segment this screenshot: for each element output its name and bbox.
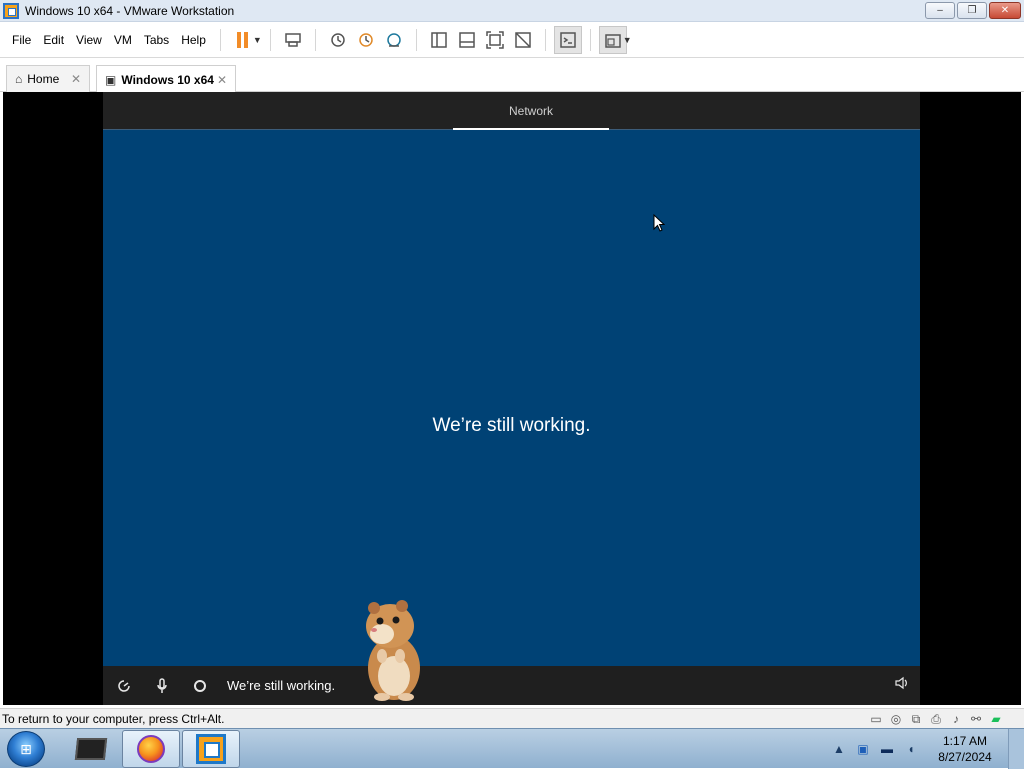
network-step-label: Network [508, 104, 553, 118]
title-bar: Windows 10 x64 - VMware Workstation – ❐ … [0, 0, 1024, 22]
revert-snapshot-icon [359, 32, 373, 47]
guest-screen[interactable]: Network We’re still working. We’re still… [103, 92, 920, 705]
toolbar-separator [589, 28, 591, 51]
pause-icon [237, 31, 249, 48]
full-screen-button[interactable] [481, 26, 509, 54]
microphone-icon[interactable] [153, 677, 171, 695]
taskbar-command-prompt[interactable] [62, 730, 120, 768]
window-controls: – ❐ ✕ [925, 2, 1021, 19]
firefox-icon [137, 735, 165, 763]
network-adapter-icon[interactable]: ⧉ [908, 711, 924, 727]
stretch-icon [605, 33, 621, 48]
oobe-bottom-bar: We’re still working. [103, 666, 920, 705]
snapshot-manager-button[interactable] [380, 26, 408, 54]
tab-home-label: Home [27, 72, 60, 86]
window-title: Windows 10 x64 - VMware Workstation [25, 3, 235, 18]
menu-file[interactable]: File [6, 33, 37, 47]
unity-button[interactable] [509, 26, 537, 54]
menu-help[interactable]: Help [175, 33, 212, 47]
status-message: We’re still working. [432, 415, 591, 436]
vm-display[interactable]: Network We’re still working. We’re still… [3, 92, 1021, 705]
clock-date: 8/27/2024 [938, 750, 992, 764]
take-snapshot-button[interactable] [324, 26, 352, 54]
printer-icon[interactable]: ⎙ [928, 711, 944, 727]
sound-card-icon[interactable]: ♪ [948, 711, 964, 727]
close-button[interactable]: ✕ [989, 2, 1021, 19]
toolbar-separator [219, 28, 221, 51]
volume-icon[interactable] [894, 676, 908, 693]
taskbar-firefox[interactable] [122, 730, 180, 768]
tab-strip: ⌂ Home ✕ ▣ Windows 10 x64 ✕ [0, 59, 1024, 93]
send-ctrl-alt-del-icon [285, 32, 301, 47]
start-button[interactable]: ⊞ [7, 731, 45, 767]
revert-snapshot-button[interactable] [352, 26, 380, 54]
toolbar-separator [314, 28, 316, 51]
status-hint-text: To return to your computer, press Ctrl+A… [2, 711, 225, 726]
library-icon [431, 31, 447, 48]
thumbnail-icon [459, 31, 475, 48]
vmware-tray-icon[interactable]: ▣ [854, 740, 872, 758]
console-icon [560, 31, 576, 48]
tab-home[interactable]: ⌂ Home ✕ [6, 65, 90, 92]
snapshot-manager-icon [387, 32, 401, 47]
vm-icon: ▣ [105, 72, 117, 87]
taskbar-clock[interactable]: 1:17 AM 8/27/2024 [926, 733, 1004, 765]
menu-vm[interactable]: VM [108, 33, 138, 47]
full-screen-icon [486, 30, 504, 49]
hard-disk-icon[interactable]: ▭ [868, 711, 884, 727]
cd-dvd-icon[interactable]: ◎ [888, 711, 904, 727]
windows-logo-icon: ⊞ [20, 740, 32, 757]
device-status-icons: ▭ ◎ ⧉ ⎙ ♪ ⚯ ▰ [868, 711, 1004, 727]
tab-home-close-icon[interactable]: ✕ [71, 72, 81, 86]
windows-taskbar: ⊞ ▲ ▣ ▬ ◖ 1:17 AM 8/27/2024 [0, 728, 1024, 769]
command-prompt-icon [74, 738, 108, 760]
usb-icon[interactable]: ⚯ [968, 711, 984, 727]
toolbar-separator [269, 28, 271, 51]
home-icon: ⌂ [15, 72, 23, 86]
clock-time: 1:17 AM [942, 734, 988, 748]
menu-tabs[interactable]: Tabs [138, 33, 175, 47]
tab-vm-close-icon[interactable]: ✕ [217, 73, 227, 87]
tab-vm-label: Windows 10 x64 [121, 72, 214, 87]
hamster-image [360, 596, 426, 702]
menu-edit[interactable]: Edit [37, 33, 70, 47]
show-library-button[interactable] [425, 26, 453, 54]
menu-toolbar: File Edit View VM Tabs Help ▼ ▼ [0, 22, 1024, 58]
menu-view[interactable]: View [70, 33, 108, 47]
oobe-top-bar: Network [103, 92, 920, 130]
minimize-button[interactable]: – [925, 2, 955, 19]
show-desktop-button[interactable] [1008, 729, 1024, 769]
network-tray-icon[interactable]: ▬ [878, 740, 896, 758]
ease-of-access-icon[interactable] [115, 677, 133, 695]
message-log-icon[interactable]: ▰ [988, 711, 1004, 727]
restore-button[interactable]: ❐ [957, 2, 987, 19]
thumbnail-bar-button[interactable] [453, 26, 481, 54]
unity-icon [515, 31, 531, 48]
toolbar-separator [544, 28, 546, 51]
bottom-status-text: We’re still working. [227, 678, 336, 693]
status-bar: To return to your computer, press Ctrl+A… [0, 708, 1024, 728]
vmware-workstation-icon [196, 734, 226, 764]
snapshot-icon [331, 32, 345, 47]
send-ctrl-alt-del-button[interactable] [279, 26, 307, 54]
console-view-button[interactable] [553, 25, 582, 54]
tab-windows-10-x64[interactable]: ▣ Windows 10 x64 ✕ [96, 65, 236, 93]
power-dropdown-icon[interactable]: ▼ [253, 35, 262, 45]
show-hidden-icons-icon[interactable]: ▲ [830, 740, 848, 758]
volume-tray-icon[interactable]: ◖ [902, 740, 920, 758]
vmware-logo-icon [3, 2, 19, 19]
system-tray: ▲ ▣ ▬ ◖ 1:17 AM 8/27/2024 [824, 729, 1024, 769]
toolbar-separator [415, 28, 417, 51]
stretch-dropdown-icon[interactable]: ▼ [623, 35, 632, 45]
taskbar-vmware-workstation[interactable] [182, 730, 240, 768]
network-step-indicator [453, 128, 609, 130]
cortana-icon[interactable] [191, 677, 209, 695]
